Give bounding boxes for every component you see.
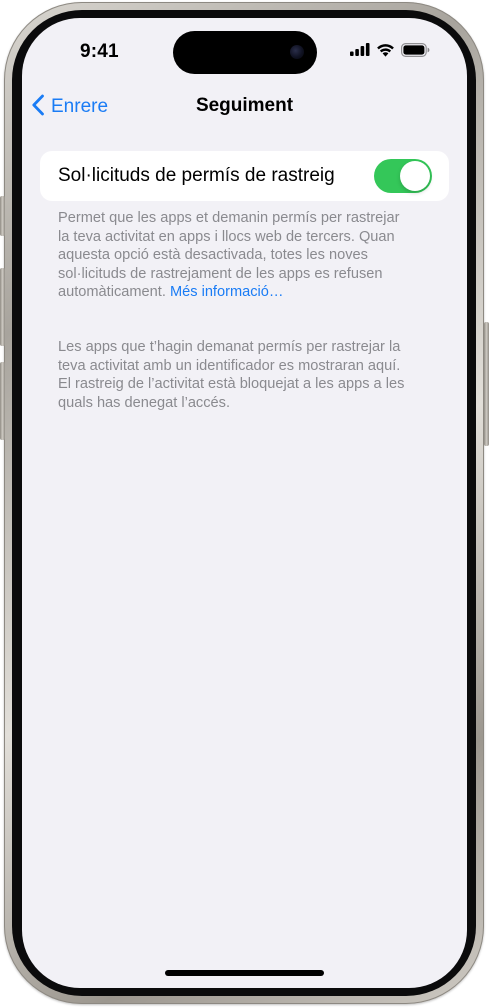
description-line: sol·licituds de rastrejament de les apps…	[58, 265, 383, 282]
tracking-requests-row: Sol·licituds de permís de rastreig	[40, 151, 449, 201]
description-line: la teva activitat en apps i llocs web de…	[58, 228, 395, 245]
tracking-apps-info: Les apps que t’hagin demanat permís per …	[58, 338, 438, 412]
apps-info-line: Les apps que t’hagin demanat permís per …	[58, 339, 401, 355]
description-line: aquesta opció està desactivada, totes le…	[58, 247, 368, 263]
more-info-link[interactable]: Més informació…	[170, 284, 284, 300]
battery-icon	[401, 42, 430, 62]
home-indicator[interactable]	[165, 970, 324, 976]
apps-info-line: quals has denegat l’accés.	[58, 394, 230, 411]
status-time: 9:41	[80, 41, 119, 62]
volume-up-button	[0, 268, 5, 346]
toggle-knob	[400, 161, 430, 191]
page-title: Seguiment	[195, 95, 294, 116]
tracking-requests-toggle[interactable]	[374, 159, 432, 193]
tracking-requests-label: Sol·licituds de permís de rastreig	[58, 165, 335, 186]
action-button	[0, 196, 5, 236]
status-icons	[350, 42, 430, 62]
cellular-signal-icon	[350, 43, 370, 61]
screen: 9:41 Enrere Seguiment Sol·licituds de pe…	[22, 18, 467, 988]
description-line-last: automàticament. Més informació…	[58, 283, 438, 302]
apps-info-line: teva activitat amb un identificador es m…	[58, 357, 401, 374]
description-last-text: automàticament.	[58, 284, 166, 300]
power-button	[484, 322, 489, 446]
dynamic-island	[173, 31, 317, 74]
front-camera-icon	[290, 45, 304, 59]
tracking-description: Permet que les apps et demanin permís pe…	[58, 209, 438, 302]
apps-info-line: El rastreig de l’activitat està bloqueja…	[58, 376, 405, 392]
wifi-icon	[376, 43, 395, 62]
description-line: Permet que les apps et demanin permís pe…	[58, 210, 400, 226]
volume-down-button	[0, 362, 5, 440]
